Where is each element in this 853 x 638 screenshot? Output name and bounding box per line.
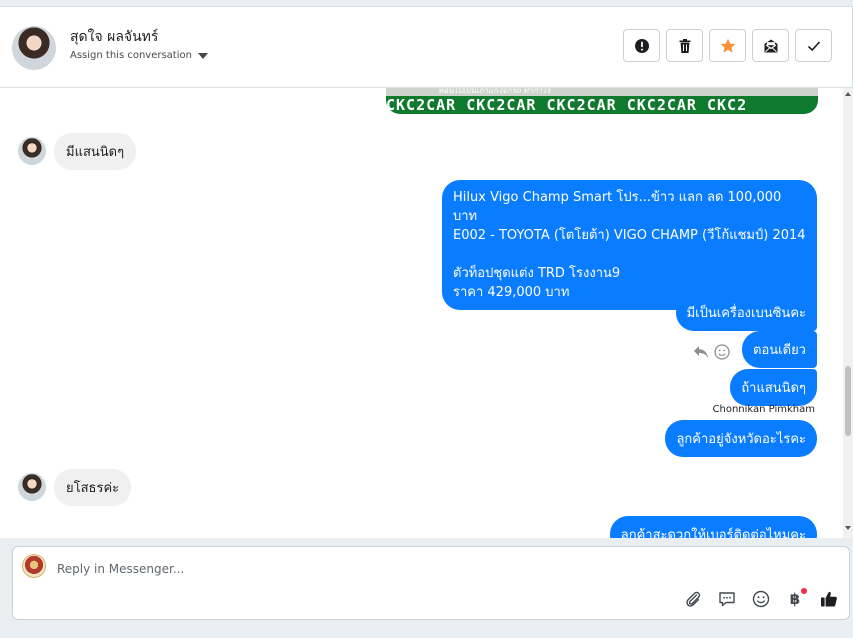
message-thread[interactable]: ท้อนไปเป็นเถ้าแก่ใจกรถ ทำกำไร CKC2CAR CK… xyxy=(0,88,853,538)
banner-brand-text: CKC2CAR CKC2CAR CKC2CAR CKC2CAR CKC2 xyxy=(386,96,748,114)
mark-unread-button[interactable] xyxy=(752,29,789,62)
message-composer: ฿ xyxy=(12,546,850,620)
scroll-up-arrow[interactable] xyxy=(845,92,851,96)
messenger-inbox-panel: สุดใจ ผลจันทร์ Assign this conversation xyxy=(0,0,853,638)
page-avatar xyxy=(22,554,46,578)
contact-avatar-small[interactable] xyxy=(18,137,46,165)
outgoing-message[interactable]: ตอนเดียว xyxy=(742,331,817,368)
mark-unread-icon xyxy=(764,39,777,52)
emoji-icon xyxy=(752,590,770,608)
baht-icon: ฿ xyxy=(789,590,801,608)
image-attachment[interactable]: ท้อนไปเป็นเถ้าแก่ใจกรถ ทำกำไร CKC2CAR CK… xyxy=(386,88,818,114)
assign-conversation-dropdown[interactable]: Assign this conversation xyxy=(70,50,208,61)
mark-spam-button[interactable] xyxy=(623,29,660,62)
like-icon xyxy=(821,591,837,607)
payment-button[interactable]: ฿ xyxy=(785,588,807,609)
scroll-down-arrow[interactable] xyxy=(845,526,851,530)
thread-scrollbar[interactable] xyxy=(843,88,853,538)
outgoing-message[interactable]: ลูกค้าสะดวกให้เบอร์ติดต่อไหมคะ xyxy=(609,516,817,538)
saved-replies-button[interactable] xyxy=(717,589,737,609)
like-button[interactable] xyxy=(819,589,839,609)
outgoing-message[interactable]: ลูกค้าอยู่จังหวัดอะไรคะ xyxy=(665,420,817,457)
delete-button[interactable] xyxy=(666,29,703,62)
react-emoji-icon[interactable] xyxy=(714,344,730,360)
scrollbar-thumb[interactable] xyxy=(845,366,851,436)
attach-button[interactable] xyxy=(683,589,703,609)
caret-down-icon xyxy=(197,52,208,59)
message-line: E002 - TOYOTA (โตโยต้า) VIGO CHAMP (วีโก… xyxy=(453,228,806,243)
message-line: Hilux Vigo Champ Smart โปร...ข้าว แลก ลด… xyxy=(453,190,782,224)
incoming-message[interactable]: มีแสนนิดๆ xyxy=(54,133,137,170)
composer-toolbar: ฿ xyxy=(683,588,839,609)
conversation-actions xyxy=(623,29,832,62)
reply-input[interactable] xyxy=(57,560,757,578)
message-line-blank xyxy=(453,245,806,264)
mark-done-button[interactable] xyxy=(795,29,832,62)
outgoing-message[interactable]: Hilux Vigo Champ Smart โปร...ข้าว แลก ลด… xyxy=(442,180,817,310)
sender-name: Chonnikan Pimkham xyxy=(712,404,815,415)
contact-avatar-small[interactable] xyxy=(18,473,46,501)
contact-avatar[interactable] xyxy=(12,26,56,70)
star-icon xyxy=(720,38,735,53)
saved-reply-icon xyxy=(719,592,735,607)
emoji-button[interactable] xyxy=(751,589,771,609)
check-icon xyxy=(807,40,820,51)
trash-icon xyxy=(679,38,690,53)
alert-icon xyxy=(634,38,649,53)
conversation-header: สุดใจ ผลจันทร์ Assign this conversation xyxy=(0,6,853,88)
contact-name[interactable]: สุดใจ ผลจันทร์ xyxy=(70,26,158,48)
attachment-icon xyxy=(686,591,701,607)
message-line: ตัวท็อปชุดแต่ง TRD โรงงาน9 xyxy=(453,266,621,281)
assign-label: Assign this conversation xyxy=(70,50,192,61)
outgoing-message[interactable]: มีเป็นเครื่องเบนซินคะ xyxy=(675,294,817,331)
reply-icon[interactable] xyxy=(693,345,709,359)
star-button[interactable] xyxy=(709,29,746,62)
outgoing-message[interactable]: ถ้าแสนนิดๆ xyxy=(730,369,817,406)
notification-dot xyxy=(801,588,807,594)
incoming-message[interactable]: ยโสธรค่ะ xyxy=(54,469,132,506)
